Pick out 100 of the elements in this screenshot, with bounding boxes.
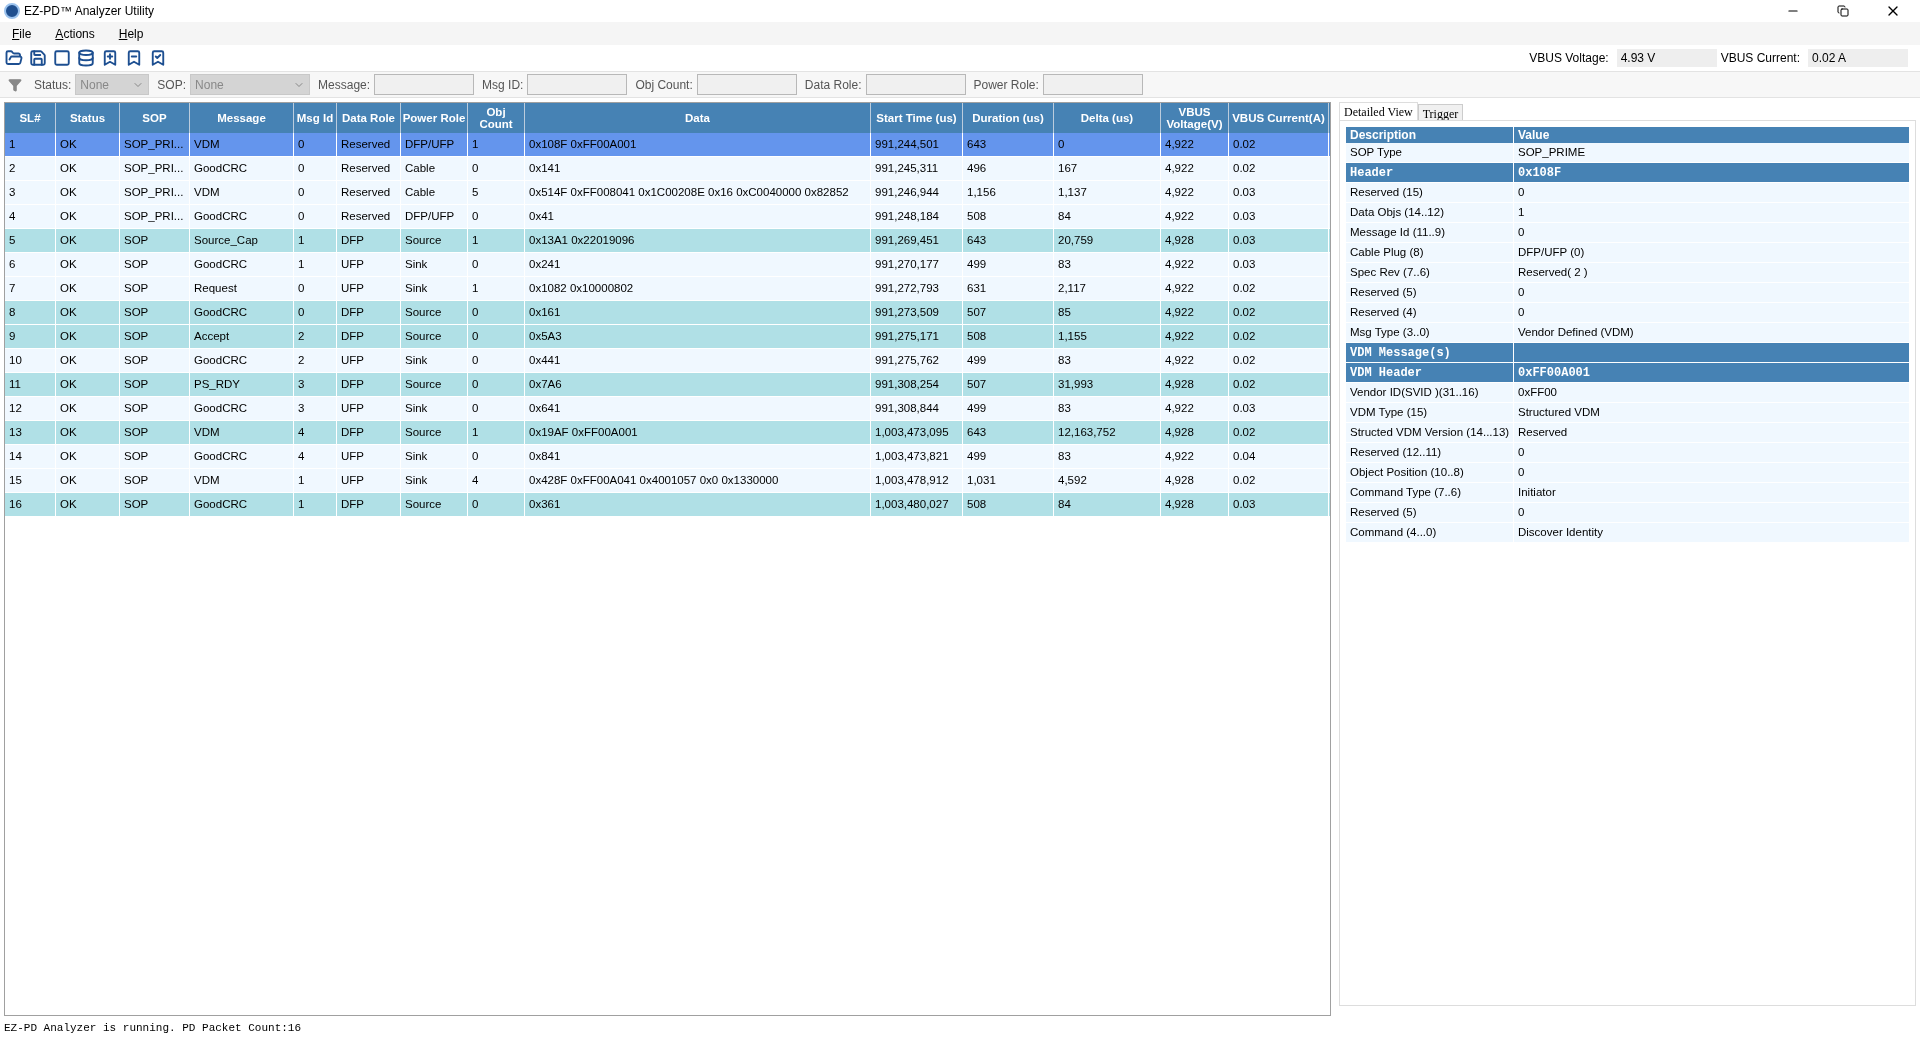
filter-label: Obj Count: xyxy=(635,76,693,94)
table-cell: 0 xyxy=(468,493,525,516)
table-cell: 0x141 xyxy=(525,157,871,180)
table-cell: DFP xyxy=(337,229,401,252)
table-cell: SOP xyxy=(120,253,190,276)
panel-tab[interactable]: Detailed View xyxy=(1339,102,1418,120)
table-cell: 0 xyxy=(294,277,337,300)
filter-input[interactable] xyxy=(374,74,475,95)
table-cell: UFP xyxy=(337,349,401,372)
table-cell: 4,922 xyxy=(1161,325,1229,348)
table-row[interactable]: 6 OK SOP GoodCRC 1 UFP Sink 0 0x241 991,270,177 499 83 4,922 0.03 xyxy=(5,253,1330,277)
table-cell: 12 xyxy=(5,397,56,420)
table-cell: 4 xyxy=(294,445,337,468)
window-title: EZ-PD™ Analyzer Utility xyxy=(24,3,155,20)
table-row[interactable]: 11 OK SOP PS_RDY 3 DFP Source 0 0x7A6 991,308,254 507 31,993 4,928 0.02 xyxy=(5,373,1330,397)
save-icon[interactable] xyxy=(28,48,48,68)
filter-input[interactable] xyxy=(696,74,797,95)
table-cell: UFP xyxy=(337,253,401,276)
filter-label: SOP: xyxy=(157,76,187,94)
open-folder-icon[interactable] xyxy=(4,48,24,68)
detail-value: 0 xyxy=(1517,184,1526,200)
table-cell: 4,928 xyxy=(1161,373,1229,396)
table-cell: 0.03 xyxy=(1229,205,1329,228)
menu-item[interactable]: File xyxy=(8,24,36,43)
table-cell: 4,928 xyxy=(1161,469,1229,492)
vbus-current-value: 0.02 A xyxy=(1808,49,1908,67)
table-cell: 12,163,752 xyxy=(1054,421,1161,444)
table-cell: 0 xyxy=(468,325,525,348)
table-cell: 3 xyxy=(294,397,337,420)
detail-name: Reserved (4) xyxy=(1346,303,1514,322)
table-cell: 83 xyxy=(1054,445,1161,468)
table-cell: 0 xyxy=(294,301,337,324)
table-row[interactable]: 13 OK SOP VDM 4 DFP Source 1 0x19AF 0xFF00A001 1,003,473,095 643 12,163,752 4,928 0.02 xyxy=(5,421,1330,445)
table-cell: OK xyxy=(56,181,120,204)
table-cell: 5 xyxy=(5,229,56,252)
table-row[interactable]: 14 OK SOP GoodCRC 4 UFP Sink 0 0x841 1,003,473,821 499 83 4,922 0.04 xyxy=(5,445,1330,469)
table-cell: Accept xyxy=(190,325,294,348)
filter-input[interactable] xyxy=(1042,74,1143,95)
database-icon[interactable] xyxy=(76,48,96,68)
table-cell: SOP xyxy=(120,421,190,444)
table-cell: VDM xyxy=(190,469,294,492)
filter-input[interactable] xyxy=(865,74,966,95)
table-cell: 0 xyxy=(468,301,525,324)
table-cell: Request xyxy=(190,277,294,300)
menu-item[interactable]: Help xyxy=(114,24,148,43)
table-cell: 991,245,311 xyxy=(871,157,963,180)
table-cell: SOP xyxy=(120,445,190,468)
table-cell: 1 xyxy=(294,493,337,516)
table-cell: 0x441 xyxy=(525,349,871,372)
table-cell: VDM xyxy=(190,181,294,204)
table-row[interactable]: 16 OK SOP GoodCRC 1 DFP Source 0 0x361 1,003,480,027 508 84 4,928 0.03 xyxy=(5,493,1330,517)
table-cell: GoodCRC xyxy=(190,397,294,420)
table-cell: 167 xyxy=(1054,157,1161,180)
table-cell: 643 xyxy=(963,229,1054,252)
table-row[interactable]: 3 OK SOP_PRI... VDM 0 Reserved Cable 5 0x514F 0xFF008041 0x1C00208E 0x16 0xC0040000 0x82852 991,246,944 1,156 1,137 4,922 0.03 xyxy=(5,181,1330,205)
table-cell: DFP xyxy=(337,325,401,348)
table-row[interactable]: 12 OK SOP GoodCRC 3 UFP Sink 0 0x641 991,308,844 499 83 4,922 0.03 xyxy=(5,397,1330,421)
detail-value: 0 xyxy=(1517,284,1526,300)
table-cell: 4,928 xyxy=(1161,493,1229,516)
stop-icon[interactable] xyxy=(52,48,72,68)
table-cell: 0x41 xyxy=(525,205,871,228)
table-row[interactable]: 15 OK SOP VDM 1 UFP Sink 4 0x428F 0xFF00A041 0x4001057 0x0 0x1330000 1,003,478,912 1,031 4,592 4,928 0.02 xyxy=(5,469,1330,493)
table-cell: OK xyxy=(56,397,120,420)
table-row[interactable]: 8 OK SOP GoodCRC 0 DFP Source 0 0x161 991,273,509 507 85 4,922 0.02 xyxy=(5,301,1330,325)
table-row[interactable]: 5 OK SOP Source_Cap 1 DFP Source 1 0x13A1 0x22019096 991,269,451 643 20,759 4,928 0.03 xyxy=(5,229,1330,253)
table-cell: 991,269,451 xyxy=(871,229,963,252)
table-row[interactable]: 9 OK SOP Accept 2 DFP Source 0 0x5A3 991,275,171 508 1,155 4,922 0.02 xyxy=(5,325,1330,349)
table-cell: UFP xyxy=(337,445,401,468)
table-cell: GoodCRC xyxy=(190,445,294,468)
table-cell: 2 xyxy=(294,325,337,348)
table-cell: 0.02 xyxy=(1229,157,1329,180)
table-row[interactable]: 1 OK SOP_PRI... VDM 0 Reserved DFP/UFP 1 0x108F 0xFF00A001 991,244,501 643 0 4,922 0.02 xyxy=(5,133,1330,157)
table-cell: 83 xyxy=(1054,349,1161,372)
table-cell: 0x514F 0xFF008041 0x1C00208E 0x16 0xC0040000 0x82852 xyxy=(525,181,871,204)
table-cell: SOP xyxy=(120,301,190,324)
detail-value: 0 xyxy=(1517,504,1526,520)
table-cell: SOP xyxy=(120,325,190,348)
table-cell: 4,928 xyxy=(1161,421,1229,444)
table-cell: 31,993 xyxy=(1054,373,1161,396)
table-cell: 1,003,473,095 xyxy=(871,421,963,444)
table-row[interactable]: 4 OK SOP_PRI... GoodCRC 0 Reserved DFP/UFP 0 0x41 991,248,184 508 84 4,922 0.03 xyxy=(5,205,1330,229)
table-cell: 4,922 xyxy=(1161,349,1229,372)
table-cell: 13 xyxy=(5,421,56,444)
detail-name: Reserved (12..11) xyxy=(1346,443,1514,462)
table-row[interactable]: 10 OK SOP GoodCRC 2 UFP Sink 0 0x441 991,275,762 499 83 4,922 0.02 xyxy=(5,349,1330,373)
table-cell: 4 xyxy=(294,421,337,444)
menu-item[interactable]: Actions xyxy=(51,24,99,43)
table-cell: 83 xyxy=(1054,397,1161,420)
table-cell: DFP xyxy=(337,373,401,396)
filter-input[interactable] xyxy=(527,74,628,95)
table-cell: 0x428F 0xFF00A041 0x4001057 0x0 0x1330000 xyxy=(525,469,871,492)
table-cell: Sink xyxy=(401,253,468,276)
table-cell: 1 xyxy=(468,133,525,156)
table-cell: 499 xyxy=(963,397,1054,420)
table-cell: 0x641 xyxy=(525,397,871,420)
table-cell: 0.02 xyxy=(1229,277,1329,300)
table-row[interactable]: 7 OK SOP Request 0 UFP Sink 1 0x1082 0x10000802 991,272,793 631 2,117 4,922 0.02 xyxy=(5,277,1330,301)
table-cell: Reserved xyxy=(337,205,401,228)
table-cell: 4,922 xyxy=(1161,397,1229,420)
table-row[interactable]: 2 OK SOP_PRI... GoodCRC 0 Reserved Cable 0 0x141 991,245,311 496 167 4,922 0.02 xyxy=(5,157,1330,181)
